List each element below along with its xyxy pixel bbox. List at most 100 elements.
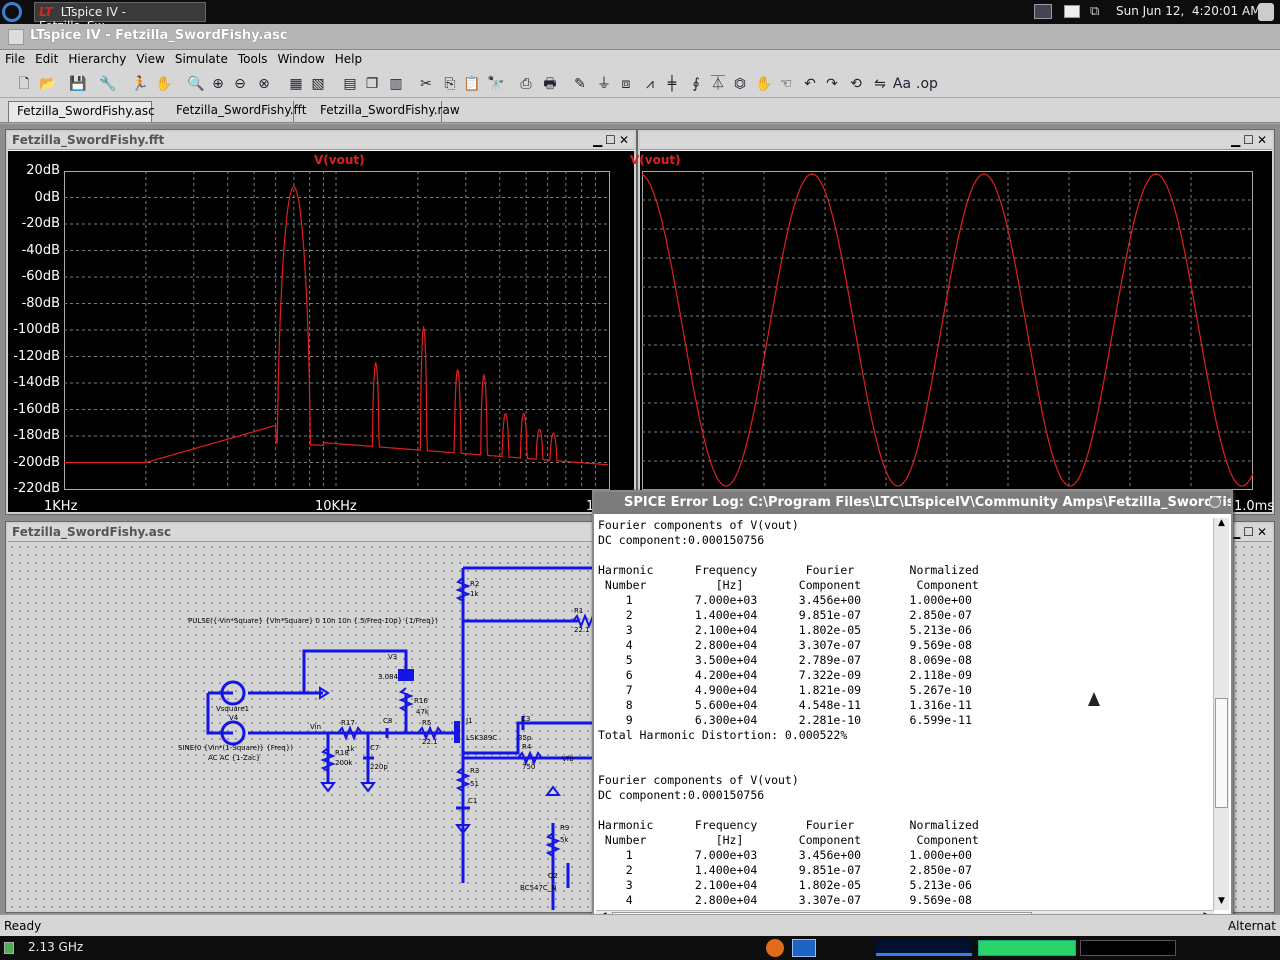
cascade-icon[interactable]: ❐ <box>362 74 382 94</box>
j1-jfet-icon[interactable] <box>454 721 460 743</box>
vertical-scrollbar[interactable]: ▲ ▼ <box>1213 518 1229 910</box>
spice-error-log-window[interactable]: SPICE Error Log: C:\Program Files\LTC\LT… <box>592 490 1233 930</box>
menu-window[interactable]: Window <box>272 50 329 68</box>
r16-value[interactable]: 47k <box>416 708 430 716</box>
resistor-icon[interactable]: ⩘ <box>640 74 660 94</box>
fft-window[interactable]: Fetzilla_SwordFishy.fft ▁☐✕ V(vout) 20dB… <box>5 129 637 515</box>
system-menu-icon[interactable] <box>2 2 22 22</box>
network-manager-icon[interactable]: ⧉ <box>1090 4 1110 20</box>
q2-label[interactable]: Q2 <box>548 872 558 880</box>
zoom-out-icon[interactable]: ⊖ <box>230 74 250 94</box>
ltspice-taskbar-icon[interactable] <box>792 939 816 957</box>
close-icon[interactable] <box>1209 496 1221 508</box>
raw-trace-label[interactable]: V(vout) <box>630 153 681 167</box>
fft-window-titlebar[interactable]: Fetzilla_SwordFishy.fft ▁☐✕ <box>8 132 634 150</box>
v3-label[interactable]: V3 <box>388 653 397 661</box>
c7-label[interactable]: C7 <box>370 744 379 752</box>
trash-icon[interactable] <box>1258 3 1274 21</box>
r9-value[interactable]: 5k <box>560 836 569 844</box>
c3-value[interactable]: 35p <box>518 734 532 742</box>
vsquare-label[interactable]: Vsquare1 <box>216 705 249 713</box>
ground-icon[interactable]: ⏚ <box>594 74 614 94</box>
fft-plot-area[interactable]: V(vout) 20dB 0dB -20dB -40dB -60dB -80dB -100d… <box>8 151 634 514</box>
halt-icon[interactable]: ✋ <box>154 74 174 94</box>
tab-raw[interactable]: Fetzilla_SwordFishy.raw <box>312 101 460 122</box>
v3-value[interactable]: 3.084 <box>378 673 399 681</box>
label-net-icon[interactable]: ⧈ <box>616 74 636 94</box>
move-icon[interactable]: ✋ <box>754 74 774 94</box>
vin-label[interactable]: Vin <box>310 723 321 731</box>
grid-icon[interactable]: ▧ <box>308 74 328 94</box>
inductor-icon[interactable]: ∮ <box>686 74 706 94</box>
r2-value[interactable]: 1k <box>470 590 479 598</box>
raw-window-titlebar[interactable]: ▁☐✕ <box>640 132 1272 150</box>
cpu-frequency[interactable]: 2.13 GHz <box>28 940 83 954</box>
c8-label[interactable]: C8 <box>383 717 392 725</box>
menu-simulate[interactable]: Simulate <box>170 50 233 68</box>
taskbar-window-button[interactable]: LT LTspice IV - Fetzilla_Sw... <box>34 2 206 33</box>
ac-label[interactable]: AC AC {1-Zac} <box>208 754 260 762</box>
menu-hierarchy[interactable]: Hierarchy <box>63 50 131 68</box>
q2-value[interactable]: BC547C_N <box>520 884 557 892</box>
copy-icon[interactable]: ⎘ <box>440 74 460 94</box>
c3-label[interactable]: C3 <box>521 715 530 723</box>
r1-label[interactable]: R1 <box>574 607 583 615</box>
run-icon[interactable]: 🏃 <box>130 74 150 94</box>
diode-icon[interactable]: ⏄ <box>708 74 728 94</box>
r5-label[interactable]: R5 <box>422 719 431 727</box>
control-panel-icon[interactable]: 🔧 <box>98 74 118 94</box>
r18-label[interactable]: R18 <box>335 749 349 757</box>
open-icon[interactable]: 📂 <box>38 74 58 94</box>
j1-value[interactable]: LSK389C <box>466 734 497 742</box>
scroll-up-arrow-icon[interactable]: ▲ <box>1214 518 1229 532</box>
schematic-window-controls[interactable]: ▁☐✕ <box>1231 525 1270 539</box>
undo-icon[interactable]: ↶ <box>800 74 820 94</box>
paste-icon[interactable]: 📋 <box>462 74 482 94</box>
r1-value[interactable]: 22.1 <box>574 626 590 634</box>
rotate-icon[interactable]: ⟲ <box>846 74 866 94</box>
c7-value[interactable]: 220p <box>370 763 388 771</box>
r2-label[interactable]: R2 <box>470 580 479 588</box>
tile-vertical-icon[interactable]: ▥ <box>386 74 406 94</box>
screen-icon[interactable] <box>1064 5 1080 18</box>
redo-icon[interactable]: ↷ <box>822 74 842 94</box>
r5-value[interactable]: 22.1 <box>422 738 438 746</box>
print-preview-icon[interactable]: ⎙ <box>516 74 536 94</box>
fft-trace-label[interactable]: V(vout) <box>314 153 365 167</box>
spice-directive-icon[interactable]: .op <box>916 74 938 94</box>
r3-label[interactable]: R3 <box>470 767 479 775</box>
firefox-icon[interactable] <box>766 939 784 957</box>
text-icon[interactable]: Aa <box>892 74 912 94</box>
clock[interactable]: Sun Jun 12, 4:20:01 AM <box>1116 4 1261 18</box>
error-log-text[interactable]: Fourier components of V(vout) DC componen… <box>598 518 1216 910</box>
error-log-titlebar[interactable]: SPICE Error Log: C:\Program Files\LTC\LT… <box>594 492 1231 514</box>
r4-value[interactable]: 750 <box>522 763 535 771</box>
r18-value[interactable]: 200k <box>335 759 353 767</box>
j1-label[interactable]: J1 <box>465 717 473 725</box>
scroll-thumb[interactable] <box>1215 698 1228 808</box>
component-icon[interactable]: ⏣ <box>730 74 750 94</box>
pan-icon[interactable]: ⊕ <box>208 74 228 94</box>
tab-asc[interactable]: Fetzilla_SwordFishy.asc <box>8 101 155 122</box>
r4-label[interactable]: R4 <box>522 743 532 751</box>
capacitor-icon[interactable]: ╪ <box>662 74 682 94</box>
sine-label[interactable]: SINE(0 {Vin*(1-Square)} {Freq}) <box>178 744 293 752</box>
drag-icon[interactable]: ☜ <box>776 74 796 94</box>
raw-window-controls[interactable]: ▁☐✕ <box>1231 133 1270 147</box>
r9-label[interactable]: R9 <box>560 824 569 832</box>
save-icon[interactable]: 💾 <box>68 74 88 94</box>
r3-value[interactable]: 51 <box>470 780 479 788</box>
menu-view[interactable]: View <box>131 50 169 68</box>
vfb-label[interactable]: Vfb <box>562 755 574 763</box>
pulse-label[interactable]: PULSE({-Vin*Square} {Vin*Square} 0 10n 1… <box>188 617 438 625</box>
menu-tools[interactable]: Tools <box>233 50 273 68</box>
raw-window[interactable]: ▁☐✕ V(vout) 1.0ms <box>630 129 1275 515</box>
menu-help[interactable]: Help <box>330 50 367 68</box>
c1-label[interactable]: C1 <box>468 797 477 805</box>
r16-label[interactable]: R16 <box>414 697 428 705</box>
cut-icon[interactable]: ✂ <box>416 74 436 94</box>
find-icon[interactable]: 🔭 <box>486 74 506 94</box>
network-icon[interactable] <box>1034 4 1052 19</box>
mirror-icon[interactable]: ⇋ <box>870 74 890 94</box>
menu-edit[interactable]: Edit <box>30 50 63 68</box>
